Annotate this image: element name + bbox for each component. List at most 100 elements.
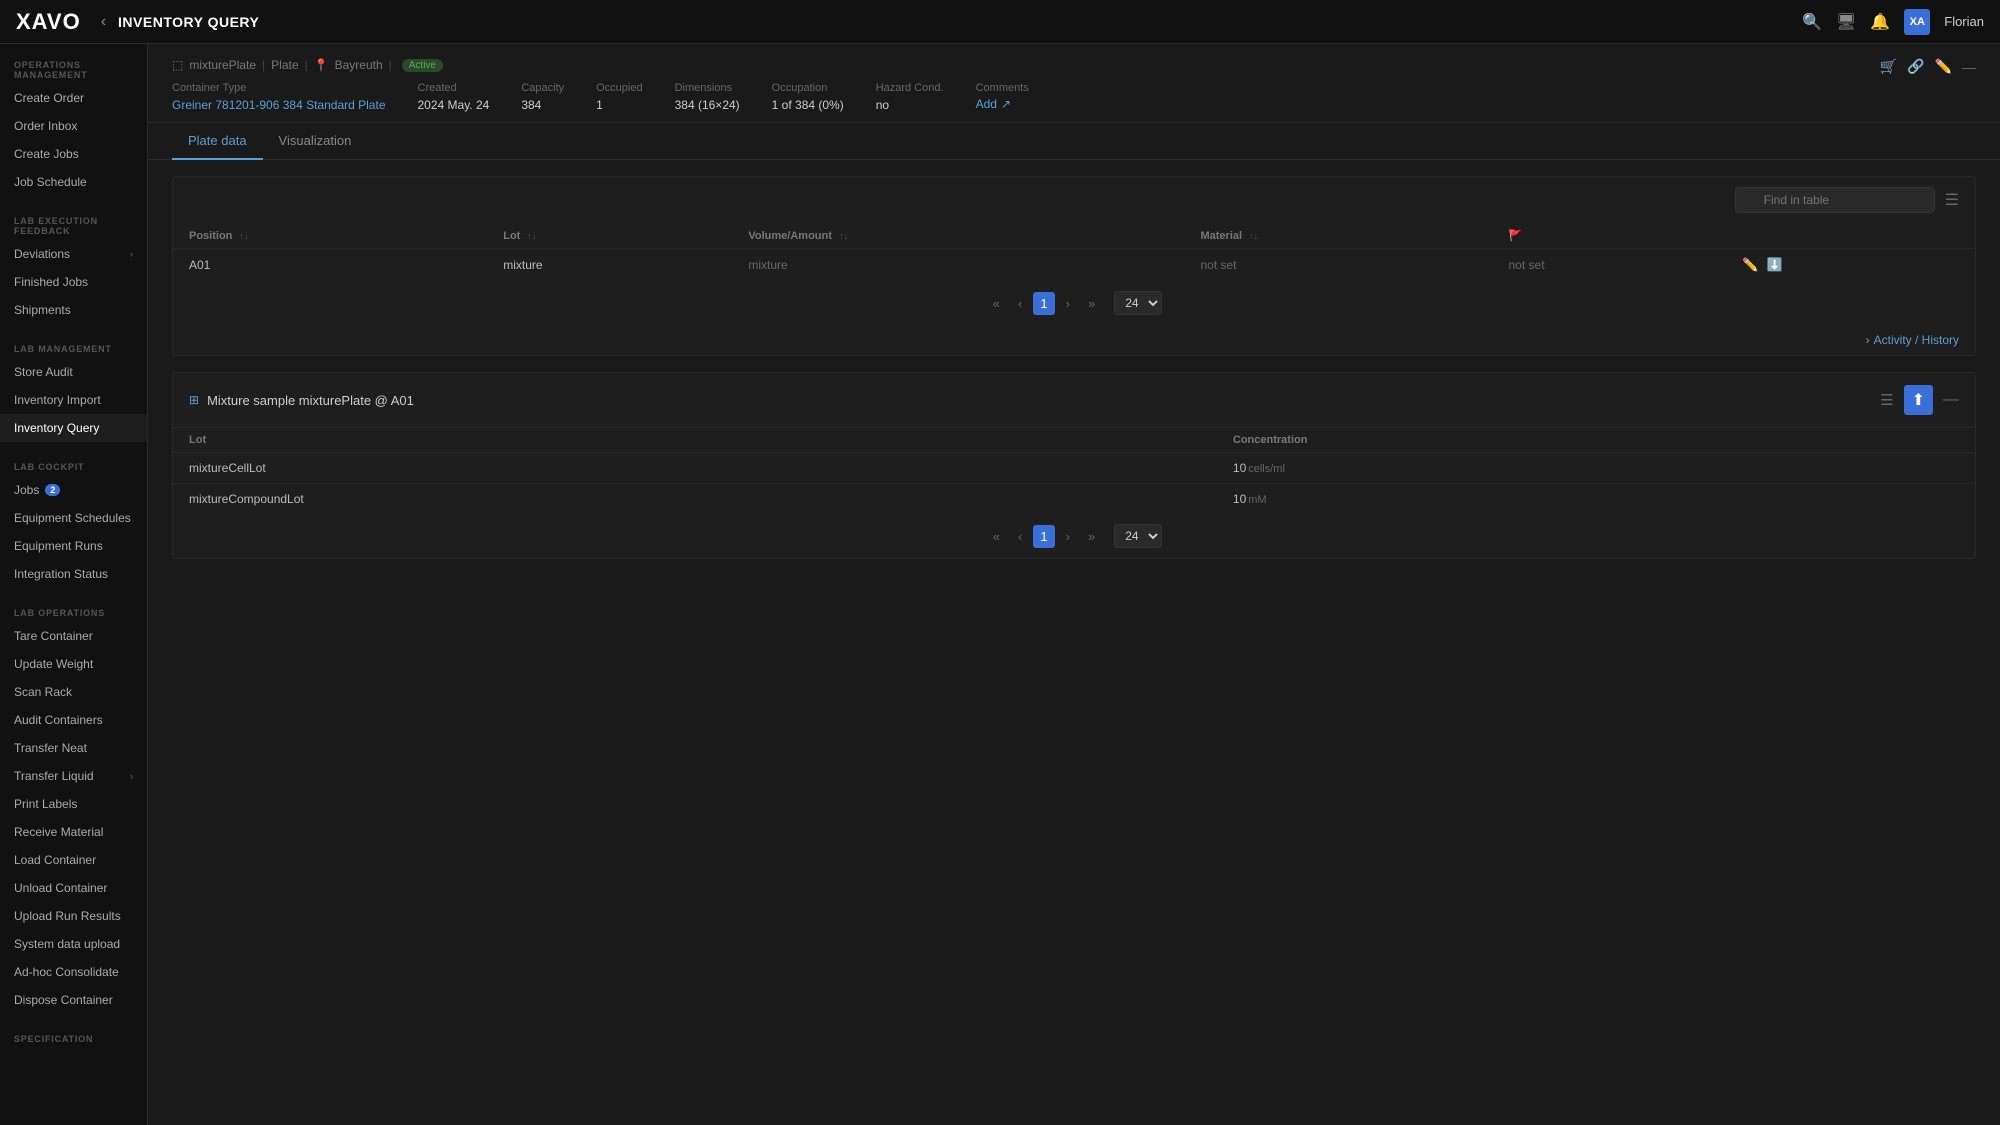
back-button[interactable]: ‹	[101, 13, 106, 31]
row-edit-icon[interactable]: ✏️	[1742, 257, 1758, 273]
mixture-last-page[interactable]: »	[1081, 525, 1102, 548]
sidebar-item-create-order[interactable]: Create Order	[0, 84, 147, 112]
export-button[interactable]: ⬆	[1904, 385, 1933, 415]
next-page-button[interactable]: ›	[1059, 292, 1077, 315]
sidebar-badge: 2	[45, 484, 60, 496]
sidebar-item-order-inbox[interactable]: Order Inbox	[0, 112, 147, 140]
sidebar-item-equipment-runs[interactable]: Equipment Runs	[0, 532, 147, 560]
sidebar-item-system-data-upload[interactable]: System data upload	[0, 930, 147, 958]
plate-table-toolbar: 🔍 ☰	[173, 177, 1975, 223]
tab-plate-data[interactable]: Plate data	[172, 123, 263, 160]
search-input[interactable]	[1735, 187, 1935, 213]
col-volume[interactable]: Volume/Amount ↑↓	[732, 223, 1184, 249]
page-size-select[interactable]: 24 48 96	[1114, 291, 1162, 315]
sidebar-item-finished-jobs[interactable]: Finished Jobs	[0, 268, 147, 296]
cell-row-actions: ✏️ ⬇️	[1726, 249, 1975, 282]
username: Florian	[1944, 14, 1984, 29]
sidebar-item-label: Equipment Runs	[14, 539, 103, 553]
sidebar-item-tare-container[interactable]: Tare Container	[0, 622, 147, 650]
page-1-button[interactable]: 1	[1033, 292, 1054, 315]
mixture-first-page[interactable]: «	[986, 525, 1007, 548]
search-icon[interactable]: 🔍	[1802, 12, 1822, 32]
sidebar-item-deviations[interactable]: Deviations›	[0, 240, 147, 268]
tab-visualization[interactable]: Visualization	[263, 123, 368, 160]
mixture-page-1[interactable]: 1	[1033, 525, 1054, 548]
container-type-value[interactable]: Greiner 781201-906 384 Standard Plate	[172, 98, 386, 112]
meta-row: Container Type Greiner 781201-906 384 St…	[172, 82, 1029, 112]
mixture-options-icon[interactable]: ☰	[1880, 391, 1893, 409]
sidebar-item-store-audit[interactable]: Store Audit	[0, 358, 147, 386]
sidebar-item-audit-containers[interactable]: Audit Containers	[0, 706, 147, 734]
sidebar-section-label: LAB OPERATIONS	[0, 602, 147, 622]
mixture-page-size-select[interactable]: 24 48 96	[1114, 524, 1162, 548]
mixture-close-icon[interactable]: —	[1943, 391, 1959, 409]
sidebar-section-label: OPERATIONS MANAGEMENT	[0, 54, 147, 84]
cell-material: not set	[1184, 249, 1492, 282]
sidebar-item-job-schedule[interactable]: Job Schedule	[0, 168, 147, 196]
nav-right: 🔍 🖥 🔔 XA Florian	[1802, 9, 1984, 35]
mixture-prev-page[interactable]: ‹	[1011, 525, 1029, 548]
breadcrumb-name[interactable]: mixturePlate	[189, 58, 256, 72]
sidebar-item-print-labels[interactable]: Print Labels	[0, 790, 147, 818]
breadcrumb-type: Plate	[271, 58, 298, 72]
sidebar-item-inventory-import[interactable]: Inventory Import	[0, 386, 147, 414]
add-comment-button[interactable]: Add ↗	[976, 97, 1029, 111]
monitor-icon[interactable]: 🖥	[1836, 12, 1856, 32]
link-icon[interactable]: 🔗	[1907, 58, 1924, 75]
sidebar-item-scan-rack[interactable]: Scan Rack	[0, 678, 147, 706]
sidebar-item-ad-hoc-consolidate[interactable]: Ad-hoc Consolidate	[0, 958, 147, 986]
last-page-button[interactable]: »	[1081, 292, 1102, 315]
sidebar-item-dispose-container[interactable]: Dispose Container	[0, 986, 147, 1014]
cell-position: A01	[173, 249, 487, 282]
sidebar-item-transfer-liquid[interactable]: Transfer Liquid›	[0, 762, 147, 790]
sidebar-item-load-container[interactable]: Load Container	[0, 846, 147, 874]
cart-icon[interactable]: 🛒	[1880, 58, 1897, 75]
mixture-next-page[interactable]: ›	[1059, 525, 1077, 548]
breadcrumb-location-label[interactable]: Bayreuth	[335, 58, 383, 72]
sidebar-item-label: Inventory Query	[14, 421, 99, 435]
sidebar-item-update-weight[interactable]: Update Weight	[0, 650, 147, 678]
meta-occupied: Occupied 1	[596, 82, 642, 112]
row-download-icon[interactable]: ⬇️	[1766, 257, 1782, 273]
plate-pagination: « ‹ 1 › » 24 48 96	[173, 281, 1975, 325]
created-label: Created	[418, 82, 490, 94]
mixture-pagination: « ‹ 1 › » 24 48 96	[173, 514, 1975, 558]
activity-history-link[interactable]: › Activity / History	[173, 325, 1975, 355]
col-material[interactable]: Material ↑↓	[1184, 223, 1492, 249]
col-position[interactable]: Position ↑↓	[173, 223, 487, 249]
header-actions: 🛒 🔗 ✏️ —	[1880, 58, 1976, 75]
avatar[interactable]: XA	[1904, 9, 1930, 35]
edit-icon[interactable]: ✏️	[1935, 58, 1952, 75]
meta-container-type: Container Type Greiner 781201-906 384 St…	[172, 82, 386, 112]
col-actions	[1726, 223, 1975, 249]
status-badge: Active	[402, 59, 443, 72]
col-lot[interactable]: Lot ↑↓	[487, 223, 732, 249]
cell-volume: mixture	[732, 249, 1184, 282]
minus-icon[interactable]: —	[1962, 59, 1976, 75]
bell-icon[interactable]: 🔔	[1870, 12, 1890, 32]
sidebar-item-integration-status[interactable]: Integration Status	[0, 560, 147, 588]
sidebar-item-receive-material[interactable]: Receive Material	[0, 818, 147, 846]
sidebar-item-jobs[interactable]: Jobs2	[0, 476, 147, 504]
plate-data-section: 🔍 ☰ Position ↑↓ Lot ↑↓ Volume/Amount ↑↓ …	[172, 176, 1976, 356]
sidebar-item-unload-container[interactable]: Unload Container	[0, 874, 147, 902]
main-content: ⬚ mixturePlate | Plate | 📍 Bayreuth | Ac…	[148, 44, 2000, 1125]
plate-data-table: Position ↑↓ Lot ↑↓ Volume/Amount ↑↓ Mate…	[173, 223, 1975, 281]
dimensions-value: 384 (16×24)	[675, 98, 740, 112]
occupation-label: Occupation	[772, 82, 844, 94]
sidebar-item-create-jobs[interactable]: Create Jobs	[0, 140, 147, 168]
first-page-button[interactable]: «	[986, 292, 1007, 315]
sidebar-item-equipment-schedules[interactable]: Equipment Schedules	[0, 504, 147, 532]
sidebar-item-upload-run-results[interactable]: Upload Run Results	[0, 902, 147, 930]
sidebar-item-label: Scan Rack	[14, 685, 72, 699]
mixture-header: ⊞ Mixture sample mixturePlate @ A01 ☰ ⬆ …	[173, 373, 1975, 428]
table-options-icon[interactable]: ☰	[1945, 190, 1959, 210]
sidebar-item-transfer-neat[interactable]: Transfer Neat	[0, 734, 147, 762]
prev-page-button[interactable]: ‹	[1011, 292, 1029, 315]
mixture-lot-1: mixtureCellLot	[173, 453, 1217, 484]
mixture-title: ⊞ Mixture sample mixturePlate @ A01	[189, 393, 414, 408]
sidebar-item-shipments[interactable]: Shipments	[0, 296, 147, 324]
sidebar-item-inventory-query[interactable]: Inventory Query	[0, 414, 147, 442]
mixture-section: ⊞ Mixture sample mixturePlate @ A01 ☰ ⬆ …	[172, 372, 1976, 559]
sidebar-item-label: Upload Run Results	[14, 909, 121, 923]
